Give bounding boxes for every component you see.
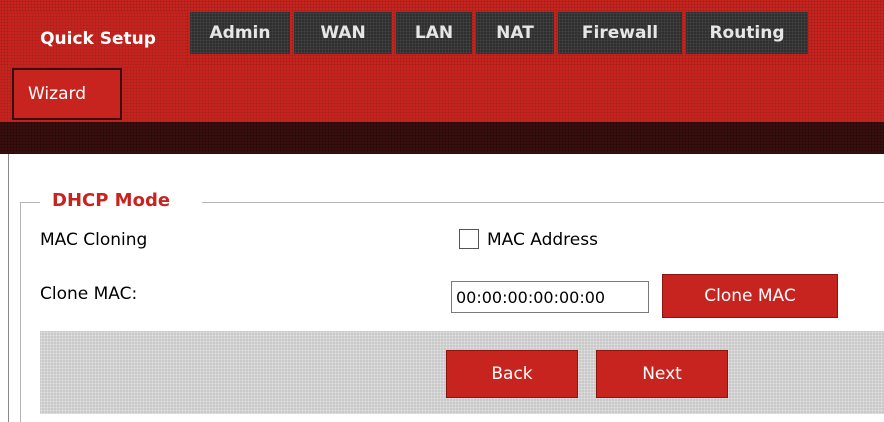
mac-address-checkbox-label[interactable]: MAC Address <box>487 230 598 250</box>
subtab-wizard[interactable]: Wizard <box>12 68 122 120</box>
fieldset-border-left <box>20 202 40 203</box>
tab-quick-setup[interactable]: Quick Setup <box>10 12 186 66</box>
tab-lan[interactable]: LAN <box>396 12 472 54</box>
mac-cloning-label: MAC Cloning <box>40 230 148 250</box>
fieldset-legend: DHCP Mode <box>48 190 175 211</box>
fieldset-border-vertical <box>20 202 21 422</box>
sub-navigation-bar: Wizard <box>0 66 884 122</box>
tab-nat[interactable]: NAT <box>476 12 554 54</box>
clone-mac-button[interactable]: Clone MAC <box>662 274 838 318</box>
top-navigation-bar: Quick Setup Admin WAN LAN NAT Firewall R… <box>0 0 884 66</box>
fieldset-border-right <box>202 202 884 203</box>
divider-bar <box>0 122 884 154</box>
mac-address-checkbox[interactable] <box>459 229 479 249</box>
next-button[interactable]: Next <box>596 350 728 398</box>
back-button[interactable]: Back <box>446 350 578 398</box>
content-left-border <box>8 154 9 422</box>
tab-admin[interactable]: Admin <box>190 12 290 54</box>
tab-wan[interactable]: WAN <box>294 12 392 54</box>
clone-mac-label: Clone MAC: <box>40 284 138 304</box>
tab-routing[interactable]: Routing <box>686 12 808 54</box>
tab-firewall[interactable]: Firewall <box>558 12 682 54</box>
main-tabs: Quick Setup Admin WAN LAN NAT Firewall R… <box>10 12 812 66</box>
clone-mac-input[interactable] <box>451 281 649 313</box>
